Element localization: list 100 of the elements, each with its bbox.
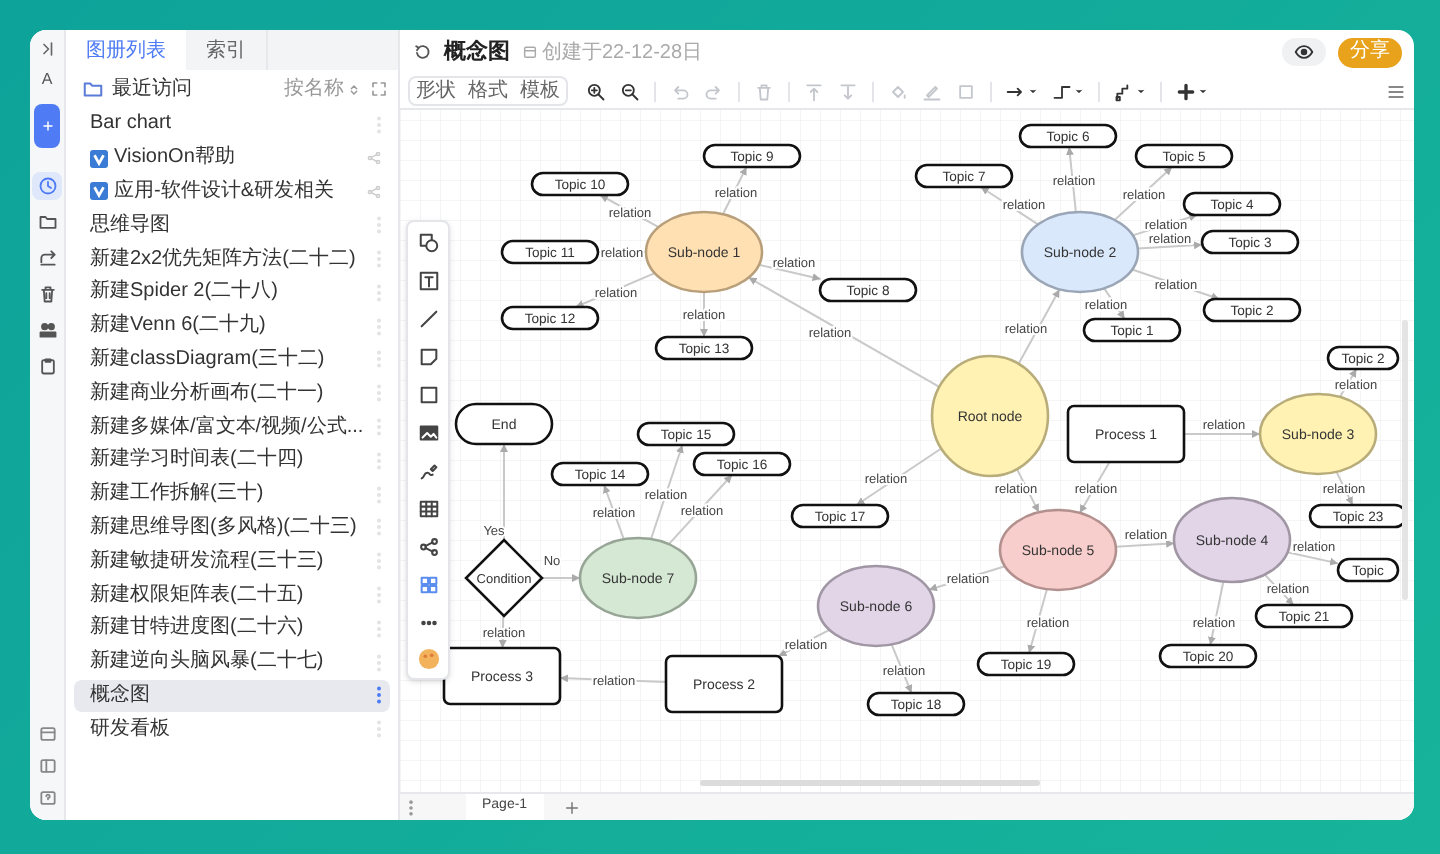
tree-tool[interactable] [416,534,440,558]
grid-tool[interactable] [416,572,440,596]
kebab-icon[interactable] [408,799,414,815]
sidebar-item[interactable]: 新建classDiagram(三十二) [74,343,390,377]
shapes-icon [417,231,439,253]
caret-icon [1136,86,1146,96]
pen-line-icon [922,81,942,101]
line-tool-icon [417,307,439,329]
plus-icon [1176,81,1196,101]
connector-line [1114,539,1176,548]
palette-icon[interactable] [417,648,439,670]
arrange-icon [1114,81,1134,101]
back-icon [412,42,432,62]
sidebar-item[interactable]: Bar chart [74,108,390,142]
sidebar-item[interactable]: 研发看板 [74,712,390,747]
panel-icon [37,756,57,776]
to-back-icon [838,81,858,101]
line-tool-tool[interactable] [416,306,440,330]
folder-icon [37,212,57,232]
connector-line [1136,241,1203,250]
sidebar-item[interactable]: 新建2x2优先矩阵方法(二十二) [74,242,390,276]
panel-tab[interactable]: 模板 [514,78,566,104]
sort-icon [346,81,362,97]
sidebar-item[interactable]: 新建商业分析画布(二十一) [74,376,390,411]
pen-icon [417,459,439,481]
connector-line [1183,430,1261,438]
document-title: 概念图 [444,37,510,68]
sidebar-item[interactable]: 新建Spider 2(二十八) [74,275,390,310]
rectangle-tool[interactable] [416,382,440,406]
sidebar-tab[interactable]: 图册列表 [66,30,186,70]
sidebar-item[interactable]: 新建Venn 6(二十九) [74,309,390,344]
connector-line [1286,551,1339,566]
plus-icon [39,118,55,134]
sidebar-tab[interactable]: 索引 [186,30,268,70]
font-label[interactable]: A [41,72,53,88]
add-button[interactable] [34,104,60,148]
pen-tool[interactable] [416,458,440,482]
sidebar-item[interactable]: 思维导图 [74,208,390,243]
square-icon [956,81,976,101]
app-logo-icon [90,149,108,168]
sidebar-item[interactable]: 新建权限矩阵表(二十五) [74,578,390,612]
redo-icon [704,81,724,101]
sidebar-item[interactable]: 新建学习时间表(二十四) [74,443,390,478]
table-icon [417,497,439,519]
preview-button[interactable] [1282,38,1326,66]
elbow-connector-icon [1052,81,1072,101]
layout-icon [37,724,57,744]
eye-icon [1294,42,1314,62]
share-icon [37,248,57,268]
sidebar-item[interactable]: 新建多媒体/富文本/视频/公式... [74,410,390,444]
scrollbar[interactable] [700,780,1040,786]
caret-icon [1074,86,1084,96]
connector-line [541,574,581,582]
caret-icon [1198,86,1208,96]
add-page-button[interactable] [563,799,580,815]
to-front-icon [804,81,824,101]
note-icon [417,345,439,367]
calendar-icon [522,44,538,60]
table-tool[interactable] [416,496,440,520]
created-date: 创建于22-12-28日 [542,39,703,67]
share-icon [366,183,382,200]
trash-icon [37,284,57,304]
collapse-icon [38,40,56,58]
image-tool[interactable] [416,420,440,444]
grid-icon [417,573,439,595]
section-title: 最近访问 [112,75,194,104]
caret-icon [1028,86,1038,96]
clipboard-icon [37,356,57,376]
folder-icon [82,78,104,100]
sidebar-item[interactable]: 概念图 [74,679,390,713]
expand-icon [370,80,388,98]
tree-icon [417,535,439,557]
shapes-tool[interactable] [416,230,440,254]
sidebar-item[interactable]: 新建甘特进度图(二十六) [74,611,390,646]
menu-icon [1386,81,1406,101]
zoom-out-icon [620,81,640,101]
kebab-icon[interactable] [376,686,382,705]
panel-tab[interactable]: 格式 [462,78,514,104]
panel-tab[interactable]: 形状 [410,78,462,104]
sidebar-item[interactable]: 新建敏捷研发流程(三十三) [74,544,390,579]
sidebar-item[interactable]: 新建思维导图(多风格)(二十三) [74,511,390,545]
help-icon [37,788,57,808]
trash-icon [754,81,774,101]
sidebar-item[interactable]: 新建工作拆解(三十) [74,477,390,512]
team-icon [37,320,57,340]
clock-icon [37,176,57,196]
clock-button[interactable] [32,172,62,200]
plus-icon [563,799,580,815]
app-logo-icon [90,182,108,201]
sidebar-item[interactable]: VisionOn帮助 [74,141,390,176]
note-tool[interactable] [416,344,440,368]
share-icon [366,150,382,167]
zoom-in-icon [586,81,606,101]
text-tool-tool[interactable] [416,268,440,292]
image-icon [417,421,439,443]
sidebar-item[interactable]: 应用-软件设计&研发相关 [74,175,390,209]
rectangle-icon [417,383,439,405]
sidebar-item[interactable]: 新建逆向头脑风暴(二十七) [74,645,390,680]
fill-icon [888,81,908,101]
text-tool-icon [417,269,439,291]
